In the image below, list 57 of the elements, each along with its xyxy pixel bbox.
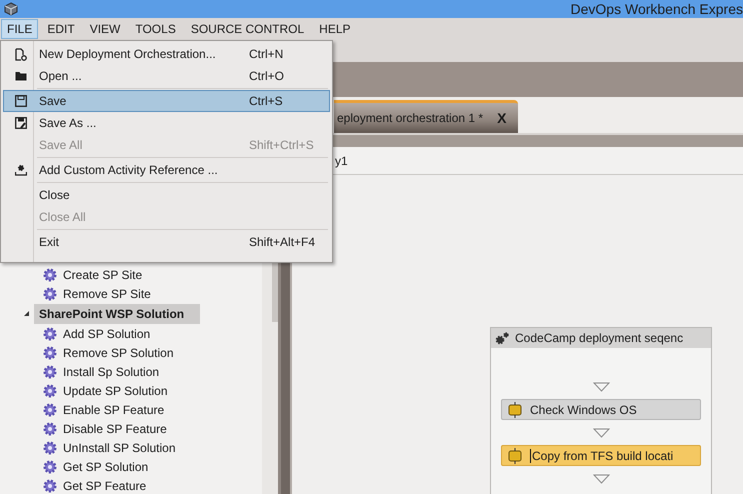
save-icon [14, 95, 26, 107]
sequence-title: CodeCamp deployment seqenc [515, 331, 684, 345]
menu-item[interactable]: Add Custom Activity Reference ... [3, 159, 330, 181]
toolbox-item[interactable]: Enable SP Feature [0, 400, 262, 419]
toolbox-item[interactable]: Create SP Site [0, 265, 262, 284]
gear-icon [42, 326, 58, 342]
menu-item[interactable]: HELP [313, 19, 357, 39]
toolbox-item[interactable]: Update SP Solution [0, 381, 262, 400]
menu-item[interactable]: TOOLS [129, 19, 182, 39]
gear-icon [42, 344, 58, 360]
gear-icon [42, 440, 58, 456]
activity-block[interactable]: Check Windows OS [501, 399, 701, 420]
folder-icon [14, 71, 26, 81]
menu-item[interactable]: Open ... Ctrl+O [3, 65, 330, 87]
menu-item[interactable]: FILE [1, 19, 38, 39]
toolbox-category[interactable]: SharePoint WSP Solution [34, 304, 200, 324]
menu-item[interactable]: Save Ctrl+S [3, 90, 330, 112]
toolbox-item[interactable]: Install Sp Solution [0, 362, 262, 381]
toolbox-item[interactable]: Remove SP Solution [0, 343, 262, 362]
gear-icon [42, 478, 58, 494]
gear-icon [42, 402, 58, 418]
gear-icon [42, 458, 58, 474]
document-tab[interactable]: eployment orchestration 1 * X [334, 100, 518, 133]
breadcrumb[interactable]: y1 [335, 154, 348, 168]
drop-arrow-icon [592, 382, 610, 392]
menu-item[interactable]: Save As ... [3, 112, 330, 134]
toolbox-item[interactable]: Add SP Solution [0, 324, 262, 343]
activity-icon [508, 448, 522, 464]
activity-block[interactable]: Copy from TFS build locati [501, 445, 701, 466]
gear-tray-icon [14, 164, 26, 176]
menu-item[interactable]: Exit Shift+Alt+F4 [3, 231, 330, 253]
drop-arrow-icon [592, 474, 610, 484]
menu-item[interactable]: EDIT [41, 19, 81, 39]
window-title: DevOps Workbench Expres [570, 1, 743, 17]
save-as-icon [14, 117, 26, 129]
activity-icon [508, 402, 522, 418]
gear-icon [42, 286, 58, 302]
new-file-icon [14, 48, 26, 60]
toolbox-item[interactable]: UnInstall SP Solution [0, 438, 262, 457]
gear-icon [42, 420, 58, 436]
toolbox-item[interactable]: Get SP Feature [0, 476, 262, 494]
menu-item[interactable]: SOURCE CONTROL [184, 19, 310, 39]
gear-icon [42, 266, 58, 282]
gear-icon [42, 364, 58, 380]
gear-icon [42, 382, 58, 398]
sequence-container[interactable]: CodeCamp deployment seqenc Check Windows OS Copy from TFS build locati [490, 327, 712, 494]
close-button[interactable]: X [497, 110, 506, 126]
toolbox-item[interactable]: Disable SP Feature [0, 419, 262, 438]
collapse-arrow-icon[interactable] [23, 310, 30, 317]
toolbox-item[interactable]: Get SP Solution [0, 457, 262, 476]
menu-item[interactable]: Close [3, 184, 330, 206]
toolbox-item[interactable]: Remove SP Site [0, 284, 262, 303]
menu-item[interactable]: New Deployment Orchestration... Ctrl+N [3, 43, 330, 65]
gears-icon [494, 331, 510, 345]
cube-icon [4, 2, 18, 16]
menu-item[interactable]: VIEW [84, 19, 126, 39]
drop-arrow-icon [592, 428, 610, 438]
